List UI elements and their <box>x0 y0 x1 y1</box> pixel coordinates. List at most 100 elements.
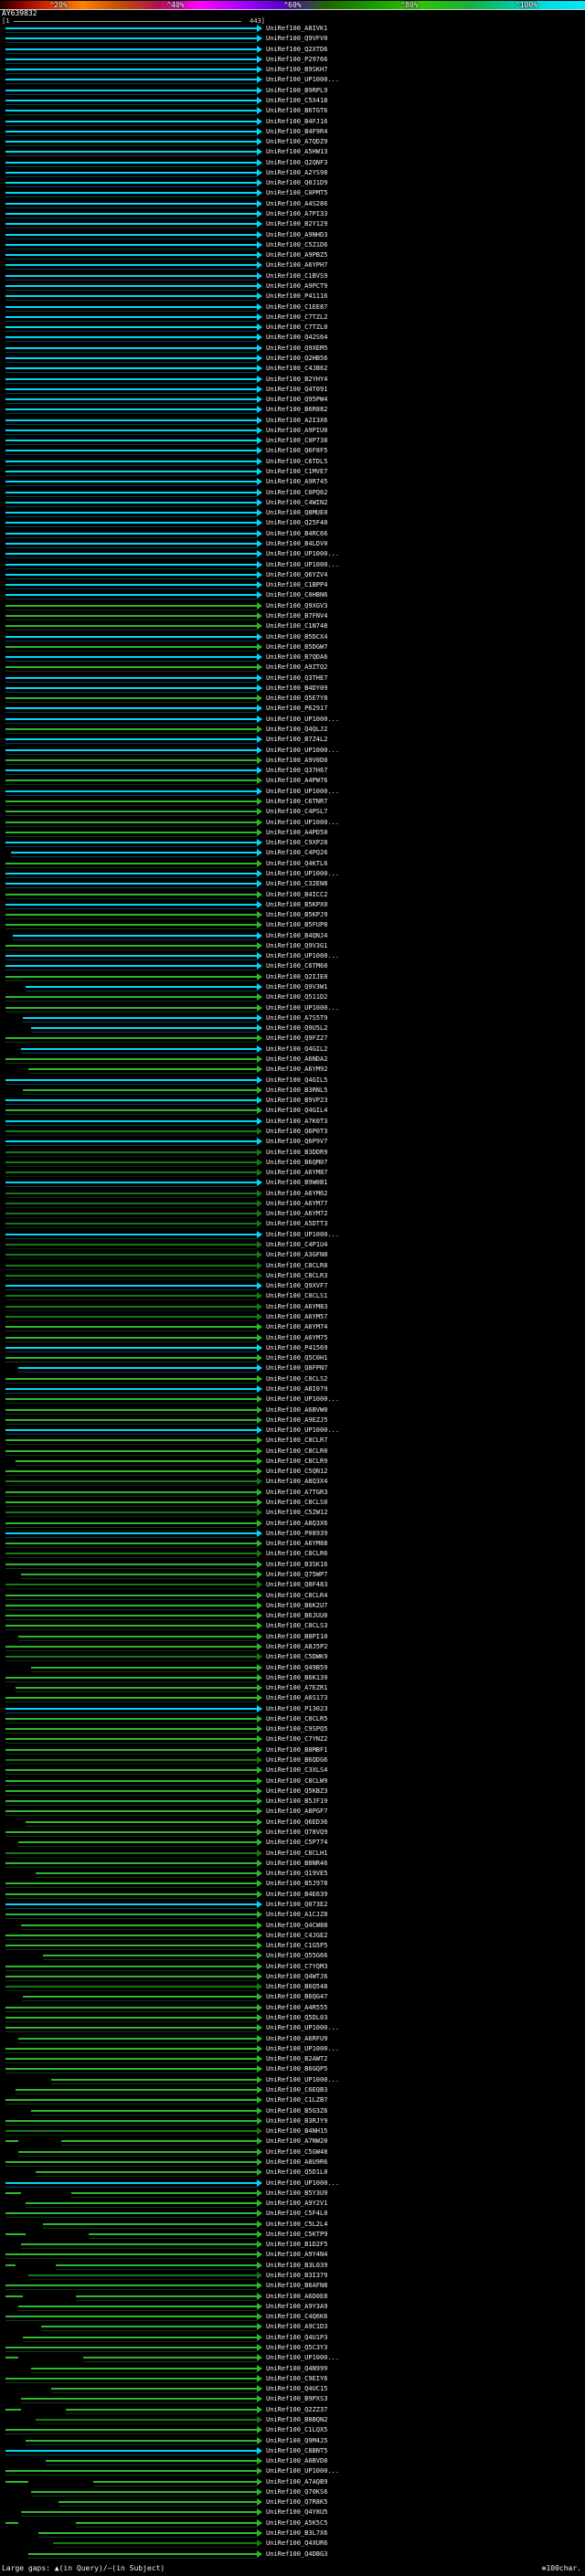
hit-label[interactable]: UniRef100_B5Y3U9 <box>266 2189 327 2199</box>
hit-label[interactable]: UniRef100_Q3THE7 <box>266 673 327 684</box>
hit-bar[interactable] <box>5 1976 257 1977</box>
hit-bar[interactable] <box>5 1491 257 1493</box>
hit-label[interactable]: UniRef100_C5QN12 <box>266 1467 327 1477</box>
hit-label[interactable]: UniRef100_UP1000... <box>266 1003 339 1013</box>
hit-label[interactable]: UniRef100_A6YM74 <box>266 1322 327 1332</box>
hit-label[interactable]: UniRef100_Q2ZZ37 <box>266 2405 327 2415</box>
hit-label[interactable]: UniRef100_B8BQN2 <box>266 2415 327 2425</box>
hit-label[interactable]: UniRef100_A6YM87 <box>266 1168 327 1178</box>
hit-bar[interactable] <box>16 1460 257 1462</box>
hit-label[interactable]: UniRef100_C1LQX5 <box>266 2425 327 2435</box>
hit-label[interactable]: UniRef100_A8PGF7 <box>266 1807 327 1817</box>
hit-label[interactable]: UniRef100_P41569 <box>266 1343 327 1353</box>
hit-label[interactable]: UniRef100_Q9M4J5 <box>266 2436 327 2446</box>
hit-bar[interactable] <box>28 2274 257 2276</box>
hit-label[interactable]: UniRef100_Q95PW4 <box>266 395 327 405</box>
hit-bar[interactable] <box>18 1636 257 1638</box>
hit-bar[interactable] <box>5 749 257 751</box>
hit-label[interactable]: UniRef100_UP1000... <box>266 746 339 756</box>
hit-bar[interactable] <box>5 37 257 39</box>
hit-bar[interactable] <box>5 1553 257 1554</box>
hit-bar[interactable] <box>5 1079 257 1081</box>
hit-label[interactable]: UniRef100_Q49B59 <box>266 1663 327 1673</box>
hit-bar[interactable] <box>5 1532 257 1534</box>
hit-label[interactable]: UniRef100_Q55G66 <box>266 1951 327 1961</box>
hit-bar[interactable] <box>5 1265 257 1267</box>
hit-label[interactable]: UniRef100_B6AFN8 <box>266 2281 327 2291</box>
hit-bar[interactable] <box>5 1213 257 1214</box>
hit-label[interactable]: UniRef100_A5DTT3 <box>266 1219 327 1229</box>
hit-bar[interactable] <box>83 2357 257 2359</box>
hit-label[interactable]: UniRef100_UP1000... <box>266 2178 339 2189</box>
hit-label[interactable]: UniRef100_P13023 <box>266 1704 327 1714</box>
hit-label[interactable]: UniRef100_UP1000... <box>266 818 339 828</box>
hit-bar[interactable] <box>5 1584 257 1585</box>
hit-label[interactable]: UniRef100_Q6P0T3 <box>266 1127 327 1137</box>
hit-label[interactable]: UniRef100_A6BVW0 <box>266 1405 327 1415</box>
hit-bar[interactable] <box>36 2419 257 2421</box>
hit-label[interactable]: UniRef100_C1N748 <box>266 621 327 631</box>
hit-bar[interactable] <box>5 996 257 998</box>
hit-bar[interactable] <box>21 1048 258 1050</box>
hit-bar[interactable] <box>18 2038 257 2040</box>
hit-bar[interactable] <box>5 2017 257 2019</box>
hit-bar[interactable] <box>5 347 257 349</box>
hit-label[interactable]: UniRef100_B9RPL9 <box>266 86 327 96</box>
hit-bar[interactable] <box>5 151 257 153</box>
hit-bar[interactable] <box>5 1254 257 1256</box>
hit-bar[interactable] <box>36 1872 257 1874</box>
hit-label[interactable]: UniRef100_C9XP28 <box>266 838 327 848</box>
hit-label[interactable]: UniRef100_B3RJY9 <box>266 2116 327 2126</box>
hit-bar[interactable] <box>5 213 257 215</box>
hit-bar[interactable] <box>26 1821 257 1823</box>
hit-label[interactable]: UniRef100_A9PCT9 <box>266 281 327 292</box>
hit-label[interactable]: UniRef100_A4S286 <box>266 199 327 209</box>
hit-bar[interactable] <box>16 2089 257 2091</box>
hit-bar[interactable] <box>5 1501 257 1503</box>
hit-bar[interactable] <box>43 1955 257 1956</box>
hit-bar[interactable] <box>5 192 257 194</box>
hit-label[interactable]: UniRef100_Q4GIL2 <box>266 1044 327 1055</box>
hit-label[interactable]: UniRef100_A4PD50 <box>266 828 327 838</box>
hit-bar[interactable] <box>51 2079 258 2081</box>
hit-bar[interactable] <box>5 2450 257 2452</box>
hit-bar[interactable] <box>5 533 257 535</box>
hit-label[interactable]: UniRef100_A9EZJ5 <box>266 1415 327 1426</box>
hit-bar[interactable] <box>5 1037 257 1039</box>
hit-label[interactable]: UniRef100_C5DWK9 <box>266 1652 327 1662</box>
hit-bar[interactable] <box>5 522 257 524</box>
hit-bar[interactable] <box>5 1419 257 1421</box>
hit-bar[interactable] <box>13 935 257 937</box>
hit-bar[interactable] <box>5 121 257 122</box>
hit-label[interactable]: UniRef100_B4RC66 <box>266 529 327 539</box>
hit-label[interactable]: UniRef100_A7K0T3 <box>266 1117 327 1127</box>
hit-bar[interactable] <box>5 1306 257 1308</box>
hit-bar[interactable] <box>18 2306 257 2307</box>
hit-label[interactable]: UniRef100_B6K2U7 <box>266 1601 327 1611</box>
hit-label[interactable]: UniRef100_Q4T091 <box>266 385 327 395</box>
hit-label[interactable]: UniRef100_C1LZB7 <box>266 2095 327 2105</box>
hit-bar[interactable] <box>31 1027 258 1029</box>
hit-bar[interactable] <box>5 141 257 143</box>
hit-bar[interactable] <box>5 2212 257 2214</box>
hit-bar[interactable] <box>5 1769 257 1771</box>
hit-bar[interactable] <box>5 1326 257 1328</box>
hit-bar[interactable] <box>5 584 257 586</box>
hit-bar[interactable] <box>5 131 257 133</box>
hit-label[interactable]: UniRef100_UP1000... <box>266 2044 339 2054</box>
hit-bar[interactable] <box>5 172 257 174</box>
hit-bar[interactable] <box>5 656 257 658</box>
hit-label[interactable]: UniRef100_B4FJ16 <box>266 117 327 127</box>
hit-bar[interactable] <box>5 779 257 781</box>
hit-bar[interactable] <box>5 1007 257 1009</box>
hit-bar[interactable] <box>5 182 257 184</box>
hit-label[interactable]: UniRef100_B6R882 <box>266 405 327 415</box>
hit-label[interactable]: UniRef100_A7PI33 <box>266 209 327 219</box>
hit-label[interactable]: UniRef100_A7QDZ9 <box>266 137 327 147</box>
hit-label[interactable]: UniRef100_B6K139 <box>266 1673 327 1683</box>
hit-bar[interactable] <box>5 842 257 843</box>
hit-bar[interactable] <box>5 1337 257 1339</box>
hit-label[interactable]: UniRef100_C32EN8 <box>266 879 327 889</box>
hit-label[interactable]: UniRef100_A9PBZ5 <box>266 250 327 260</box>
hit-label[interactable]: UniRef100_C4Q6K6 <box>266 2312 327 2322</box>
